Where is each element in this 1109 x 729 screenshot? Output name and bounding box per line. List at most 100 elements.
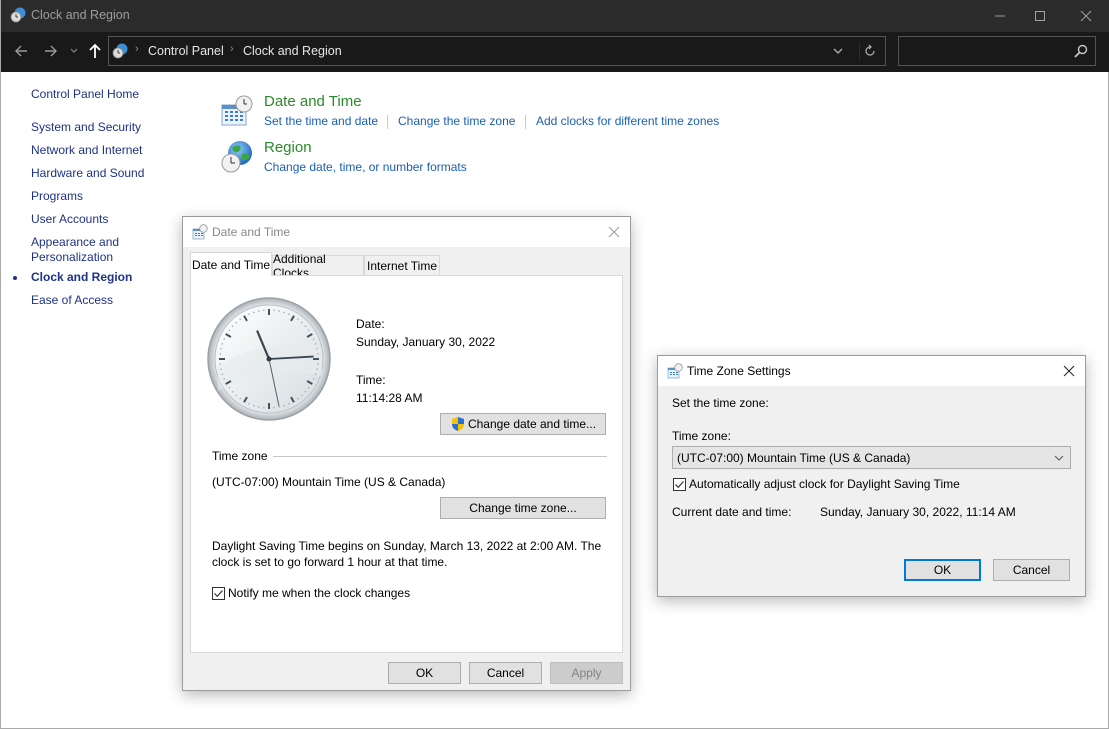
dialog-close-button[interactable] [1053,356,1085,386]
category-date-and-time-title[interactable]: Date and Time [264,93,362,110]
refresh-icon [864,44,875,56]
time-zone-dropdown[interactable]: (UTC-07:00) Mountain Time (US & Canada) [672,446,1071,469]
clock-minute-dot [304,390,307,393]
window-title: Clock and Region [31,8,130,22]
clock-minute-dot [231,390,234,393]
search-box[interactable] [898,36,1096,66]
cancel-button[interactable]: Cancel [993,559,1070,581]
clock-minute-dot [223,338,226,340]
up-button[interactable] [85,40,105,62]
control-panel-icon [112,43,128,59]
sidebar-item-control-panel-home[interactable]: Control Panel Home [31,87,139,102]
maximize-icon [1035,11,1045,21]
group-divider [273,456,607,457]
clock-minute-dot [316,353,319,355]
checkmark-icon [214,590,223,598]
clock-minute-dot [263,406,265,409]
ok-button[interactable]: OK [904,559,981,581]
clock-minute-dot [300,394,303,397]
link-divider [525,115,526,129]
arrow-up-icon [89,43,101,58]
sidebar-item-label: Appearance and [31,235,120,249]
chevron-down-icon [833,48,843,54]
link-change-formats[interactable]: Change date, time, or number formats [264,160,467,174]
clock-minute-dot [248,313,250,316]
clock-minute-dot [316,348,318,350]
date-and-time-icon [667,363,683,379]
link-add-clocks[interactable]: Add clocks for different time zones [536,114,719,128]
chevron-right-icon: › [135,43,139,55]
breadcrumb-control-panel[interactable]: Control Panel [148,44,224,58]
link-set-time-and-date[interactable]: Set the time and date [264,114,378,128]
sidebar-item-hardware-and-sound[interactable]: Hardware and Sound [31,166,144,181]
clock-minute-dot [235,321,238,324]
clock-minute-dot [253,311,255,314]
uac-shield-icon [451,417,464,431]
breadcrumb-clock-and-region[interactable]: Clock and Region [243,44,342,58]
clock-minute-dot [304,325,307,328]
tab-internet-time[interactable]: Internet Time [364,255,440,276]
forward-button[interactable] [41,40,61,62]
clock-minute-dot [228,329,231,331]
clock-minute-dot [220,348,222,350]
sidebar-item-network-and-internet[interactable]: Network and Internet [31,143,142,158]
maximize-button[interactable] [1017,0,1063,32]
notify-checkbox[interactable] [212,587,225,600]
clock-minute-dot [316,368,318,370]
tab-date-and-time[interactable]: Date and Time [190,252,272,276]
ok-button[interactable]: OK [388,662,461,684]
tab-additional-clocks[interactable]: Additional Clocks [272,252,364,280]
dialog-title-bar: Time Zone Settings [658,356,1085,386]
dst-adjust-label[interactable]: Automatically adjust clock for Daylight … [689,477,960,491]
address-history-button[interactable] [829,42,847,60]
clock-minute-dot [248,402,250,405]
dialog-title: Date and Time [212,225,291,239]
sidebar-item-system-and-security[interactable]: System and Security [31,120,141,135]
category-region-title[interactable]: Region [264,139,312,156]
analog-clock [207,297,331,421]
change-date-and-time-button[interactable]: Change date and time... [440,413,606,435]
address-bar[interactable]: › Control Panel › Clock and Region [108,36,886,66]
close-button[interactable] [1063,0,1109,32]
time-zone-selected: (UTC-07:00) Mountain Time (US & Canada) [677,451,911,465]
clock-minute-dot [239,397,241,400]
sidebar-item-clock-and-region[interactable]: Clock and Region [13,270,133,285]
clock-minute-dot [263,309,265,312]
time-value: 11:14:28 AM [356,391,423,405]
title-bar: Clock and Region [1,0,1109,32]
time-zone-settings-dialog: Time Zone Settings Set the time zone: Ti… [657,355,1086,597]
clock-minute-dot [239,318,241,321]
sidebar-item-label: Clock and Region [31,270,133,284]
region-globe-icon [221,141,252,173]
apply-button[interactable]: Apply [550,662,623,684]
clock-minute-dot [314,343,317,345]
clock-minute-dot [228,387,231,389]
dialog-close-button[interactable] [598,217,630,247]
link-change-time-zone[interactable]: Change the time zone [398,114,515,128]
dst-info-line-1: Daylight Saving Time begins on Sunday, M… [212,539,602,553]
clock-minute-dot [314,373,317,375]
sidebar-item-user-accounts[interactable]: User Accounts [31,212,108,227]
clock-minute-dot [297,397,299,400]
clock-minute-dot [258,310,260,312]
sidebar-item-appearance-and-personalization[interactable]: Appearance and Personalization [31,235,119,265]
change-time-zone-button[interactable]: Change time zone... [440,497,606,519]
sidebar-item-programs[interactable]: Programs [31,189,83,204]
chevron-down-icon [1054,455,1064,461]
clock-minute-dot [288,402,290,405]
sidebar-item-ease-of-access[interactable]: Ease of Access [31,293,113,308]
recent-locations-button[interactable] [67,40,81,62]
arrow-right-icon [45,45,57,57]
clock-minute-dot [307,329,310,331]
clock-region-icon [10,7,26,23]
notify-label[interactable]: Notify me when the clock changes [228,586,410,600]
refresh-button[interactable] [859,42,879,60]
dst-adjust-checkbox[interactable] [673,478,686,491]
back-button[interactable] [11,40,31,62]
clock-minute-dot [253,404,255,407]
clock-minute-dot [221,373,224,375]
current-date-time-value: Sunday, January 30, 2022, 11:14 AM [820,505,1016,519]
cancel-button[interactable]: Cancel [469,662,542,684]
button-label: Change date and time... [467,417,597,431]
tab-panel: Date: Sunday, January 30, 2022 Time: 11:… [190,275,623,653]
